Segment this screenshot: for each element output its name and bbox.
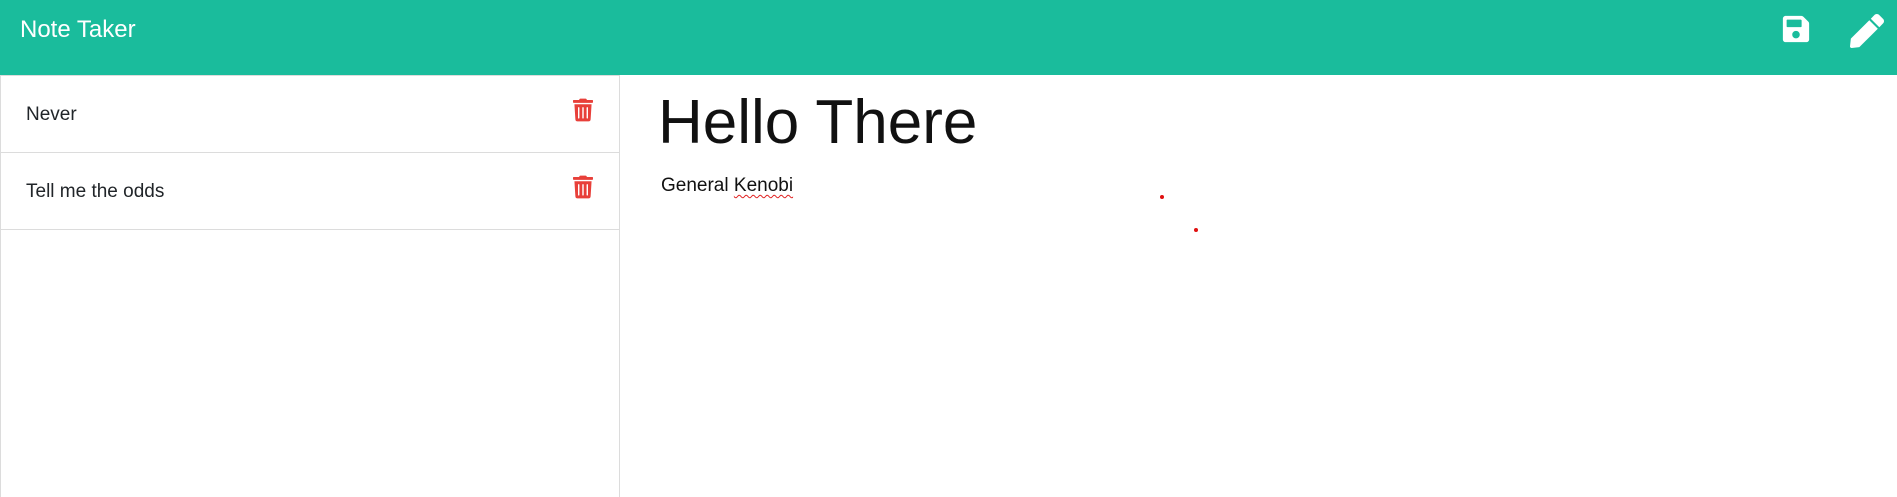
delete-note-button[interactable]	[573, 98, 593, 122]
marker-dot	[1194, 228, 1198, 232]
note-editor: Hello There General Kenobi	[621, 75, 1897, 497]
trash-icon	[573, 98, 593, 122]
notes-sidebar: Never Tell me the odds	[0, 75, 620, 497]
misspelled-word: Kenobi	[733, 175, 794, 196]
save-note-button[interactable]	[1781, 14, 1811, 44]
new-note-button[interactable]	[1849, 13, 1884, 48]
note-list: Never Tell me the odds	[1, 75, 619, 230]
note-title-field[interactable]: Hello There	[658, 87, 977, 159]
note-title[interactable]: Tell me the odds	[26, 180, 164, 204]
list-item[interactable]: Tell me the odds	[1, 152, 619, 230]
note-title[interactable]: Never	[26, 103, 77, 127]
note-text-area[interactable]: General Kenobi	[661, 174, 793, 198]
app-title[interactable]: Note Taker	[20, 14, 136, 46]
list-item[interactable]: Never	[1, 75, 619, 153]
trash-icon	[573, 175, 593, 199]
navbar: Note Taker	[0, 0, 1897, 75]
pencil-icon	[1849, 13, 1884, 48]
delete-note-button[interactable]	[573, 175, 593, 199]
save-icon	[1782, 15, 1810, 43]
note-body-text: General	[661, 175, 729, 196]
marker-dot	[1160, 195, 1164, 199]
